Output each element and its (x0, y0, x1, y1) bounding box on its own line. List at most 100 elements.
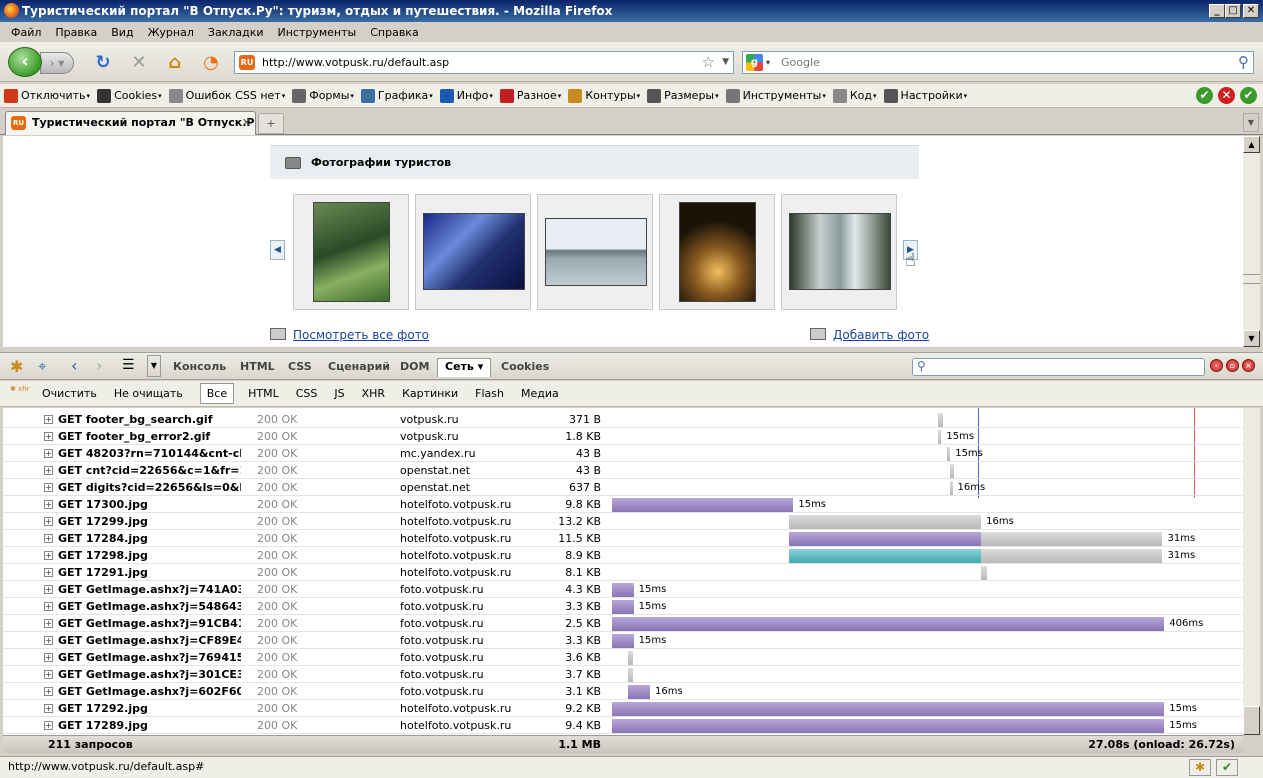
net-filter-4[interactable]: CSS (296, 387, 318, 400)
addon-status-icon[interactable]: ✔ (1216, 759, 1238, 776)
tab-close-icon[interactable]: ✕ (242, 112, 251, 134)
scroll-thumb[interactable] (1243, 706, 1260, 735)
table-row[interactable]: + GET 17298.jpg 200 OK hotelfoto.votpusk.ru… (3, 547, 1243, 564)
net-filter-7[interactable]: Картинки (402, 387, 458, 400)
back-button[interactable]: ‹ (8, 47, 42, 77)
menu-list-icon[interactable]: ☰ (122, 357, 135, 373)
forward-arrow-icon[interactable]: › (96, 356, 102, 375)
home-icon[interactable]: ⌂ (164, 52, 186, 74)
firebug-detach-icon[interactable]: ▫ (1226, 359, 1239, 372)
table-row[interactable]: + GET 17291.jpg 200 OK hotelfoto.votpusk.ru… (3, 564, 1243, 581)
tab-list-dropdown-icon[interactable]: ▼ (1243, 113, 1259, 132)
net-filter-2[interactable]: Все (199, 383, 235, 404)
photo-thumbnail[interactable] (659, 194, 775, 310)
net-filter-1[interactable]: Не очищать (114, 387, 183, 400)
expand-icon[interactable]: + (44, 619, 53, 628)
menu-edit[interactable]: Правка (55, 26, 97, 39)
firebug-minimize-icon[interactable]: - (1210, 359, 1223, 372)
minimize-button[interactable]: _ (1209, 4, 1225, 18)
devbar-info-menu[interactable]: Инфо ▾ (439, 88, 493, 103)
devbar-cookies-menu[interactable]: Cookies ▾ (97, 88, 162, 103)
table-row[interactable]: + GET GetImage.ashx?j=602F608 200 OK foto.v… (3, 683, 1243, 700)
back-arrow-icon[interactable]: ‹ (71, 356, 77, 375)
expand-icon[interactable]: + (44, 449, 53, 458)
expand-icon[interactable]: + (44, 704, 53, 713)
expand-icon[interactable]: + (44, 670, 53, 679)
menu-view[interactable]: Вид (111, 26, 133, 39)
expand-icon[interactable]: + (44, 721, 53, 730)
firebug-search-input[interactable]: ⚲ (912, 358, 1205, 376)
google-icon[interactable]: g (746, 54, 763, 71)
devbar-misc-menu[interactable]: Разное ▾ (499, 88, 561, 103)
devbar-source-menu[interactable]: Код ▾ (832, 88, 877, 103)
carousel-prev-button[interactable]: ◀ (270, 240, 285, 260)
firebug-icon[interactable]: ✱ (10, 357, 23, 376)
expand-icon[interactable]: + (44, 602, 53, 611)
photo-thumbnail[interactable] (293, 194, 409, 310)
photo-thumbnail[interactable] (537, 194, 653, 310)
devbar-forms-menu[interactable]: Формы ▾ (292, 88, 354, 103)
expand-icon[interactable]: + (44, 415, 53, 424)
url-bar[interactable]: RU http://www.votpusk.ru/default.asp ☆ ▼ (234, 51, 734, 74)
expand-icon[interactable]: + (44, 534, 53, 543)
tab-votpusk[interactable]: RU Туристический портал "В Отпуск.Р... ✕ (5, 111, 256, 135)
firebug-status-icon[interactable]: ✱ (1189, 759, 1211, 776)
table-row[interactable]: + GET 17284.jpg 200 OK hotelfoto.votpusk.ru… (3, 530, 1243, 547)
reload-icon[interactable]: ↻ (92, 52, 114, 74)
menu-help[interactable]: Справка (370, 26, 418, 39)
inspect-icon[interactable]: ⌖ (38, 357, 46, 375)
maximize-button[interactable]: □ (1225, 4, 1241, 18)
table-row[interactable]: + GET footer_bg_error2.gif 200 OK votpusk.r… (3, 428, 1243, 445)
forward-button[interactable]: › ▾ (40, 52, 74, 74)
firebug-close-icon[interactable]: × (1242, 359, 1255, 372)
net-filter-0[interactable]: Очистить (42, 387, 97, 400)
devbar-resize-menu[interactable]: Размеры ▾ (647, 88, 719, 103)
search-bar[interactable]: g ▾ Google ⚲ (742, 51, 1254, 74)
table-row[interactable]: + GET footer_bg_search.gif 200 OK votpusk.r… (3, 411, 1243, 428)
menu-history[interactable]: Журнал (148, 26, 194, 39)
net-filter-9[interactable]: Медиа (521, 387, 559, 400)
expand-icon[interactable]: + (44, 517, 53, 526)
table-row[interactable]: + GET 17289.jpg 200 OK hotelfoto.votpusk.ru… (3, 717, 1243, 734)
view-all-photos-link[interactable]: Посмотреть все фото (270, 328, 429, 342)
table-row[interactable]: + GET GetImage.ashx?j=301CE3B 200 OK foto.v… (3, 666, 1243, 683)
tab-dom[interactable]: DOM (400, 360, 429, 373)
tab-html[interactable]: HTML (240, 360, 275, 373)
expand-icon[interactable]: + (44, 483, 53, 492)
net-filter-6[interactable]: XHR (362, 387, 385, 400)
photo-thumbnail[interactable] (781, 194, 897, 310)
table-row[interactable]: + GET GetImage.ashx?j=548643D 200 OK foto.v… (3, 598, 1243, 615)
devbar-outline-menu[interactable]: Контуры ▾ (568, 88, 640, 103)
stop-icon[interactable]: ✕ (128, 52, 150, 74)
tab-console[interactable]: Консоль (173, 360, 226, 373)
devbar-css-wand-menu[interactable]: Ошибок CSS нет ▾ (168, 88, 285, 103)
tab-cookies[interactable]: Cookies (501, 360, 549, 373)
tab-css[interactable]: CSS (288, 360, 312, 373)
panel-dropdown-icon[interactable]: ▼ (147, 355, 161, 377)
table-row[interactable]: + GET 17300.jpg 200 OK hotelfoto.votpusk.ru… (3, 496, 1243, 513)
table-row[interactable]: + GET 17299.jpg 200 OK hotelfoto.votpusk.ru… (3, 513, 1243, 530)
css-valid-icon[interactable]: ✔ (1196, 87, 1213, 104)
table-row[interactable]: + GET GetImage.ashx?j=741A036I 200 OK foto.… (3, 581, 1243, 598)
devbar-images-menu[interactable]: Графика ▾ (360, 88, 433, 103)
scroll-down-icon[interactable]: ▼ (1243, 330, 1260, 347)
menu-file[interactable]: Файл (11, 26, 41, 39)
expand-icon[interactable]: + (44, 687, 53, 696)
table-row[interactable]: + GET GetImage.ashx?j=91CB41D 200 OK foto.v… (3, 615, 1243, 632)
expand-icon[interactable]: + (44, 585, 53, 594)
table-row[interactable]: + GET 17292.jpg 200 OK hotelfoto.votpusk.ru… (3, 700, 1243, 717)
net-filter-3[interactable]: HTML (248, 387, 279, 400)
scroll-thumb[interactable] (1243, 274, 1260, 284)
expand-icon[interactable]: + (44, 568, 53, 577)
menu-tools[interactable]: Инструменты (278, 26, 357, 39)
expand-icon[interactable]: + (44, 653, 53, 662)
net-persist-icon[interactable]: ✱ xhr (10, 385, 30, 403)
expand-icon[interactable]: + (44, 636, 53, 645)
net-filter-5[interactable]: JS (334, 387, 344, 400)
url-dropdown-icon[interactable]: ▼ (722, 52, 729, 73)
table-row[interactable]: + GET 48203?rn=710144&cnt-clas 200 OK mc.ya… (3, 445, 1243, 462)
devbar-disable-menu[interactable]: Отключить ▾ (4, 88, 90, 103)
net-scrollbar[interactable] (1243, 408, 1260, 735)
devbar-tools-menu[interactable]: Инструменты ▾ (725, 88, 826, 103)
table-row[interactable]: + GET cnt?cid=22656&c=1&fr=1& 200 OK openst… (3, 462, 1243, 479)
